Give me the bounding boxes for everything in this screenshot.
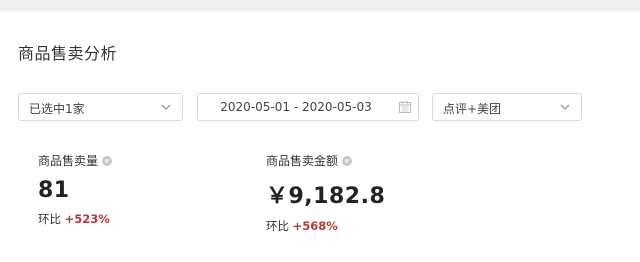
metric-change: 环比 +568% — [266, 218, 385, 234]
info-icon[interactable] — [342, 155, 353, 166]
calendar-icon[interactable] — [398, 100, 412, 114]
page-title: 商品售卖分析 — [18, 44, 118, 63]
metric-sales-quantity: 商品售卖量 81 环比 +523% — [38, 152, 113, 227]
metric-value: 81 — [38, 178, 70, 203]
platform-select-value: 点评+美团 — [443, 102, 502, 116]
date-range-text: 2020-05-01 - 2020-05-03 — [220, 100, 372, 114]
change-label: 环比 — [38, 212, 61, 226]
chevron-down-icon — [560, 104, 570, 110]
platform-select[interactable]: 点评+美团 — [432, 93, 582, 121]
metric-label: 商品售卖量 — [38, 154, 99, 168]
info-icon[interactable] — [102, 155, 113, 166]
chevron-down-icon — [161, 104, 171, 110]
metric-sales-amount: 商品售卖金额 ￥9,182.8 环比 +568% — [266, 152, 385, 234]
store-select-value: 已选中1家 — [29, 102, 85, 116]
change-value: +523% — [64, 212, 110, 226]
metric-change: 环比 +523% — [38, 211, 112, 227]
top-strip — [0, 0, 640, 10]
store-select[interactable]: 已选中1家 — [18, 93, 183, 121]
metric-label: 商品售卖金额 — [266, 154, 339, 168]
change-label: 环比 — [266, 219, 289, 233]
change-value: +568% — [292, 219, 338, 233]
date-range-picker[interactable]: 2020-05-01 - 2020-05-03 — [197, 93, 419, 121]
metric-value: ￥9,182.8 — [266, 184, 386, 209]
